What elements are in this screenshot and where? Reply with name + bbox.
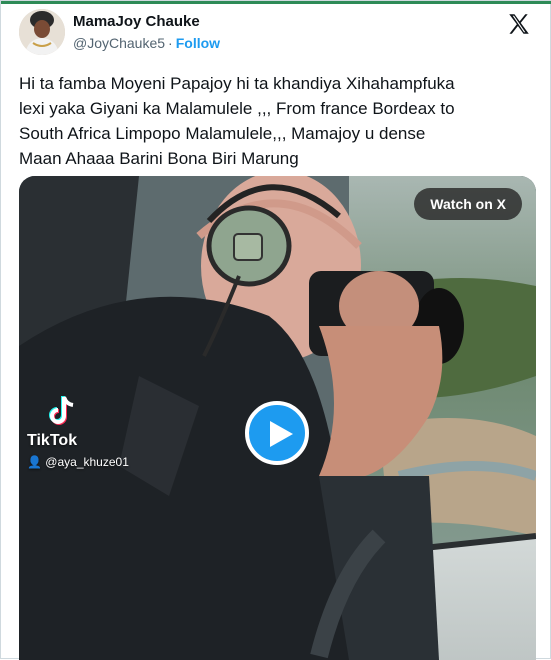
tiktok-username: 👤 @aya_khuze01 [27, 455, 129, 469]
person-icon: 👤 [27, 455, 42, 469]
play-button[interactable] [245, 401, 309, 465]
follow-button[interactable]: Follow [176, 35, 220, 51]
x-logo-icon[interactable] [506, 11, 532, 37]
tiktok-username-text: @aya_khuze01 [45, 455, 129, 469]
video-media[interactable]: Watch on X TikTok 👤 @aya_khuze01 [19, 176, 536, 660]
play-icon [270, 421, 293, 447]
top-border-strip [1, 1, 551, 4]
tweet-header: MamaJoy Chauke @JoyChauke5 · Follow [19, 7, 536, 59]
tiktok-logo-icon [49, 396, 74, 425]
tweet-embed-card: MamaJoy Chauke @JoyChauke5 · Follow Hi ta … [0, 0, 551, 660]
author-handle[interactable]: @JoyChauke5 [73, 35, 165, 51]
watch-on-x-button[interactable]: Watch on X [414, 188, 522, 220]
author-name[interactable]: MamaJoy Chauke [73, 13, 200, 30]
tiktok-brand-label: TikTok [27, 432, 78, 449]
tweet-text: Hi ta famba Moyeni Papajoy hi ta khandiy… [19, 74, 455, 168]
avatar[interactable] [19, 9, 65, 55]
separator-dot: · [168, 35, 173, 51]
author-handle-row: @JoyChauke5 · Follow [73, 35, 220, 51]
